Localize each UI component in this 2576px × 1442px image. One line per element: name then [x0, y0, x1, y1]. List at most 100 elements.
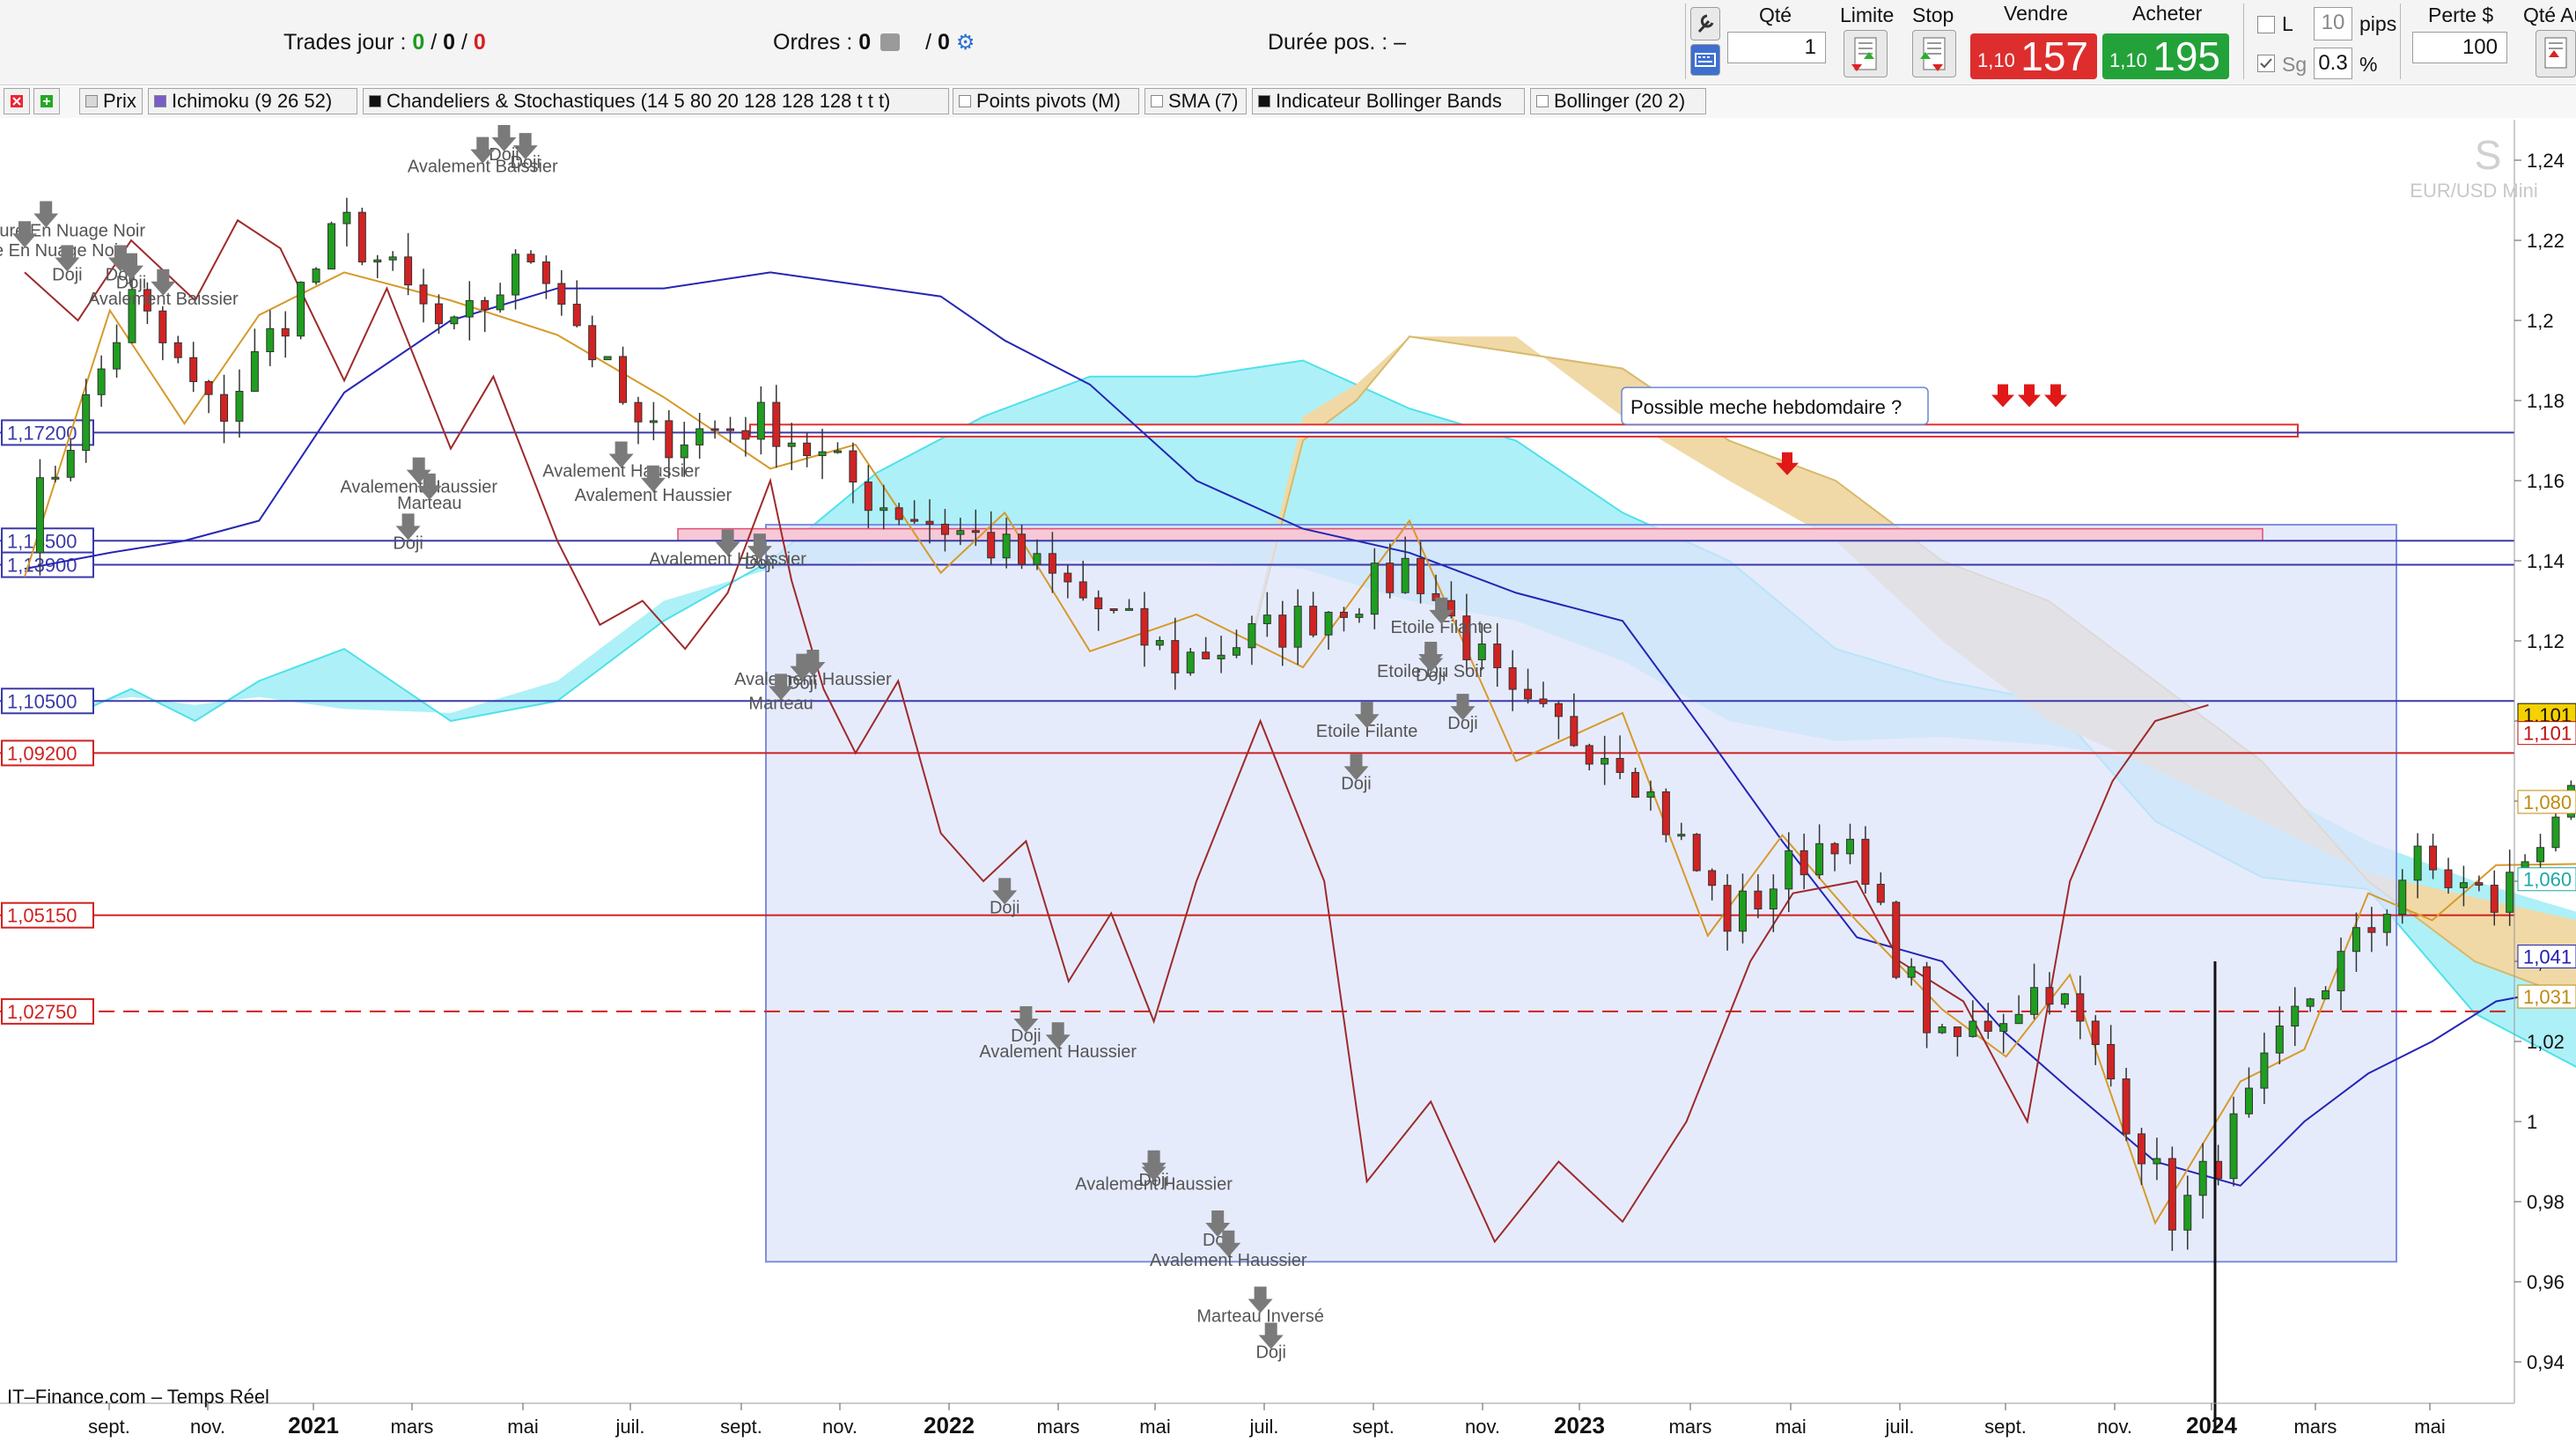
candle-body: [1999, 1023, 2008, 1032]
trades-stat: Trades jour : 0 / 0 / 0: [283, 30, 486, 55]
indicator-label: Bollinger (20 2): [1554, 90, 1686, 112]
sell-price-prefix: 1,10: [1977, 49, 2015, 71]
price-badge-label: 1,041: [2523, 946, 2572, 968]
candle-body: [2060, 993, 2069, 1005]
candle-body: [189, 357, 198, 382]
price-level-label: 1,10500: [7, 690, 77, 712]
wrench-icon[interactable]: [1690, 7, 1720, 40]
close-chart-icon[interactable]: [4, 88, 30, 114]
candle-body: [1278, 614, 1287, 648]
indicator-tag[interactable]: Ichimoku (9 26 52): [148, 88, 357, 114]
candle-body: [35, 477, 44, 554]
candle-body: [849, 450, 857, 483]
candle-body: [1171, 640, 1180, 673]
x-tick-label: nov.: [2097, 1416, 2132, 1438]
instrument-label: EUR/USD Mini: [2410, 180, 2537, 202]
x-tick-label: mai: [1775, 1416, 1806, 1438]
candle-body: [1262, 614, 1271, 624]
candle-body: [1140, 607, 1149, 646]
price-level-label: 1,05150: [7, 905, 77, 927]
sg-checkbox[interactable]: [2257, 55, 2275, 72]
stop-order-button[interactable]: [1912, 30, 1956, 77]
buy-button[interactable]: 1,10 195: [2102, 33, 2229, 79]
y-tick-label: 1,02: [2527, 1031, 2565, 1053]
candle-body: [312, 269, 320, 283]
y-tick-label: 0,98: [2527, 1191, 2565, 1213]
candle-body: [2138, 1133, 2146, 1165]
limit-label: Limite: [1840, 4, 1895, 26]
candle-body: [2229, 1113, 2238, 1180]
price-level-label: 1,17200: [7, 422, 77, 444]
candle-body: [1232, 647, 1240, 656]
sell-button[interactable]: 1,10 157: [1970, 33, 2097, 79]
indicator-label: Prix: [103, 90, 136, 112]
pips-input[interactable]: 10: [2314, 7, 2352, 40]
candle-body: [1984, 1020, 1992, 1032]
candle-body: [2459, 882, 2468, 888]
candle-body: [1554, 703, 1563, 717]
candle-body: [1769, 888, 1777, 909]
x-tick-label: sept.: [88, 1416, 130, 1438]
candle-body: [1631, 771, 1640, 798]
candle-body: [250, 351, 259, 392]
candle-body: [2030, 987, 2039, 1015]
alert-arrow-icon: [2018, 384, 2041, 408]
x-tick-label: 2023: [1554, 1412, 1605, 1438]
qty-input[interactable]: 1: [1727, 32, 1826, 63]
duration-stat: Durée pos. : –: [1268, 30, 1406, 55]
candle-body: [1370, 563, 1379, 615]
candle-body: [1601, 757, 1609, 765]
indicator-tag[interactable]: Prix: [79, 88, 143, 114]
price-badge-label: 1,031: [2523, 986, 2572, 1008]
orders-count: 0: [858, 30, 872, 55]
loss-input[interactable]: 100: [2412, 32, 2507, 63]
duration-value: –: [1394, 30, 1407, 55]
candle-body: [1661, 791, 1670, 835]
indicator-tag[interactable]: Points pivots (M): [953, 88, 1139, 114]
x-tick-label: juil.: [1884, 1416, 1914, 1438]
candle-body: [342, 211, 351, 224]
pct-input[interactable]: 0.3: [2314, 48, 2352, 79]
auto-qty-button[interactable]: [2536, 30, 2576, 77]
candle-body: [1018, 533, 1027, 565]
candle-body: [649, 420, 658, 423]
candle-body: [1401, 557, 1409, 593]
candle-body: [373, 259, 382, 263]
candle-body: [204, 380, 213, 395]
price-chart[interactable]: 1,172001,145001,139001,105001,092001,051…: [0, 120, 2576, 1442]
buy-label: Acheter: [2132, 2, 2203, 25]
candle-body: [1293, 606, 1302, 648]
candle-body: [1155, 640, 1164, 646]
indicator-tag[interactable]: Chandeliers & Stochastiques (14 5 80 20 …: [363, 88, 949, 114]
candle-body: [572, 304, 581, 327]
y-tick-label: 1: [2527, 1111, 2537, 1133]
add-indicator-icon[interactable]: [33, 88, 60, 114]
candle-body: [220, 394, 229, 422]
candle-body: [741, 430, 750, 440]
indicator-tag[interactable]: Bollinger (20 2): [1530, 88, 1706, 114]
pips-label: pips: [2359, 12, 2397, 35]
indicator-tag[interactable]: Indicateur Bollinger Bands: [1252, 88, 1525, 114]
trades-won: 0: [412, 30, 425, 55]
candle-body: [2014, 1013, 2023, 1025]
candle-body: [1677, 834, 1686, 837]
candle-body: [1524, 688, 1533, 700]
candle-body: [2153, 1158, 2161, 1165]
x-tick-label: nov.: [190, 1416, 225, 1438]
candle-body: [772, 401, 781, 447]
keyboard-icon[interactable]: [1690, 44, 1720, 76]
limit-order-button[interactable]: [1844, 30, 1888, 77]
indicator-tag[interactable]: SMA (7): [1144, 88, 1247, 114]
candle-body: [1125, 607, 1134, 611]
x-tick-label: mars: [2294, 1416, 2337, 1438]
candle-body: [1723, 885, 1732, 932]
candle-body: [541, 261, 550, 284]
candle-body: [1339, 611, 1348, 618]
orders-icon[interactable]: [880, 33, 901, 51]
l-checkbox[interactable]: [2257, 16, 2275, 33]
gear-icon[interactable]: ⚙: [956, 31, 975, 55]
candle-body: [51, 476, 60, 480]
candle-body: [2413, 845, 2422, 881]
candle-body: [603, 356, 612, 361]
candle-body: [434, 303, 443, 325]
